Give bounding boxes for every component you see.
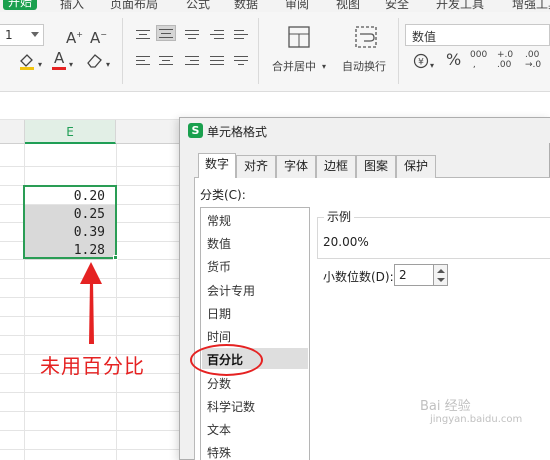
dialog-titlebar[interactable]: S 单元格格式 — [180, 118, 550, 143]
menu-enhance[interactable]: 增强工具 — [512, 0, 550, 12]
category-label: 分类(C): — [200, 188, 246, 202]
spin-up-icon[interactable] — [437, 269, 445, 273]
wrap-text-icon[interactable] — [355, 26, 377, 52]
tab-protection[interactable]: 保护 — [396, 155, 436, 178]
list-item[interactable]: 科学记数 — [207, 398, 255, 415]
tab-number[interactable]: 数字 — [198, 153, 236, 179]
list-item[interactable]: 日期 — [207, 305, 231, 322]
red-circle-highlight — [190, 344, 263, 376]
chevron-down-icon[interactable]: ▾ — [38, 57, 42, 73]
increase-indent-icon[interactable] — [232, 28, 250, 42]
ribbon-separator — [398, 18, 399, 84]
selection-range[interactable] — [23, 185, 117, 259]
grid-line — [0, 430, 185, 431]
grid-line — [0, 392, 185, 393]
number-format-dropdown[interactable]: 数值 — [405, 24, 550, 46]
align-top-icon[interactable] — [134, 28, 152, 42]
spin-down-icon[interactable] — [437, 278, 445, 282]
svg-text:¥: ¥ — [418, 58, 424, 68]
thousands-separator-label: 000 — [470, 50, 488, 60]
menu-page-layout[interactable]: 页面布局 — [110, 0, 158, 12]
grid-line — [0, 411, 185, 412]
column-header[interactable] — [0, 120, 25, 144]
watermark: Bai 经验 — [420, 399, 471, 414]
chevron-down-icon[interactable]: ▾ — [106, 57, 110, 73]
menu-bar: 开始 插入 页面布局 公式 数据 审阅 视图 安全 开发工具 增强工具 — [0, 0, 550, 12]
list-item[interactable]: 常规 — [207, 212, 231, 229]
decimal-places-value: 2 — [399, 268, 407, 282]
menu-data[interactable]: 数据 — [234, 0, 258, 12]
increase-font-icon[interactable]: A+ — [66, 27, 83, 46]
font-color-swatch — [52, 67, 66, 70]
decimal-stepper[interactable] — [434, 264, 448, 286]
list-item[interactable]: 分数 — [207, 375, 231, 392]
grid-line — [0, 449, 185, 450]
dialog-title: 单元格格式 — [207, 125, 268, 139]
grid-line — [0, 166, 185, 167]
thousands-separator-button[interactable]: 000 , — [470, 50, 487, 70]
currency-icon[interactable]: ¥ — [413, 53, 429, 74]
menu-review[interactable]: 审阅 — [285, 0, 309, 12]
format-cells-dialog: S 单元格格式 数字 对齐 字体 边框 图案 保护 分类(C): 常规 数值 货… — [179, 117, 550, 460]
ribbon-toolbar: 1 A+ A− ▾ A ▾ ▾ 合并居中 ▾ 自动换行 数值 ¥ ▾ % 000… — [0, 12, 550, 92]
wrap-text-button[interactable]: 自动换行 — [342, 58, 386, 74]
decrease-indent-icon[interactable] — [208, 28, 226, 42]
font-size-value: 1 — [5, 28, 13, 42]
chevron-down-icon[interactable]: ▾ — [430, 58, 434, 74]
fill-handle[interactable] — [113, 255, 118, 260]
menu-insert[interactable]: 插入 — [60, 0, 84, 12]
eraser-icon[interactable] — [86, 52, 103, 73]
increase-decimal-button[interactable]: +.0 .00 — [497, 50, 513, 70]
tab-font[interactable]: 字体 — [276, 155, 316, 178]
list-item[interactable]: 文本 — [207, 421, 231, 438]
number-format-value: 数值 — [412, 30, 437, 44]
merge-cells-icon[interactable] — [288, 26, 310, 52]
wps-logo-icon: S — [188, 123, 203, 138]
tab-border[interactable]: 边框 — [316, 155, 356, 178]
ribbon-separator — [122, 18, 123, 84]
align-center-icon[interactable] — [157, 54, 175, 68]
merge-center-button[interactable]: 合并居中 — [272, 58, 316, 74]
column-header[interactable] — [116, 120, 186, 144]
sample-value: 20.00% — [323, 235, 369, 249]
chevron-down-icon[interactable]: ▾ — [322, 59, 326, 75]
column-header-e[interactable]: E — [25, 120, 116, 144]
decrease-font-icon[interactable]: A− — [90, 27, 107, 46]
align-left-icon[interactable] — [134, 54, 152, 68]
fill-color-icon[interactable] — [18, 52, 36, 74]
decimal-places-label: 小数位数(D): — [323, 270, 394, 284]
sample-label: 示例 — [324, 208, 355, 225]
list-item[interactable]: 会计专用 — [207, 282, 255, 299]
ribbon-separator — [258, 18, 259, 84]
formula-bar-area — [0, 93, 550, 120]
menu-home[interactable]: 开始 — [3, 0, 38, 10]
decrease-decimal-button[interactable]: .00 →.0 — [525, 50, 541, 70]
category-list[interactable]: 常规 数值 货币 会计专用 日期 时间 百分比 分数 科学记数 文本 特殊 — [200, 207, 310, 460]
menu-formula[interactable]: 公式 — [186, 0, 210, 12]
list-item[interactable]: 时间 — [207, 328, 231, 345]
tab-alignment[interactable]: 对齐 — [236, 155, 276, 178]
tab-pattern[interactable]: 图案 — [356, 155, 396, 178]
annotation-text: 未用百分比 — [40, 354, 145, 378]
distribute-icon[interactable] — [232, 54, 250, 68]
watermark-url: jingyan.baidu.com — [430, 414, 523, 425]
align-bottom-icon[interactable] — [183, 28, 201, 42]
font-color-icon[interactable]: A — [54, 50, 64, 66]
chevron-down-icon[interactable]: ▾ — [69, 57, 73, 73]
menu-security[interactable]: 安全 — [385, 0, 409, 12]
chevron-down-icon — [31, 32, 39, 37]
list-item[interactable]: 特殊 — [207, 444, 231, 460]
decimal-places-input[interactable]: 2 — [394, 264, 434, 286]
list-item[interactable]: 数值 — [207, 235, 231, 252]
list-item[interactable]: 货币 — [207, 258, 231, 275]
menu-view[interactable]: 视图 — [336, 0, 360, 12]
percent-style-button[interactable]: % — [446, 52, 461, 68]
align-middle-icon[interactable] — [156, 25, 176, 41]
font-size-dropdown[interactable]: 1 — [0, 24, 44, 46]
align-right-icon[interactable] — [183, 54, 201, 68]
tab-strip: 数字 对齐 字体 边框 图案 保护 — [194, 153, 550, 179]
justify-icon[interactable] — [208, 54, 226, 68]
menu-developer[interactable]: 开发工具 — [436, 0, 484, 12]
